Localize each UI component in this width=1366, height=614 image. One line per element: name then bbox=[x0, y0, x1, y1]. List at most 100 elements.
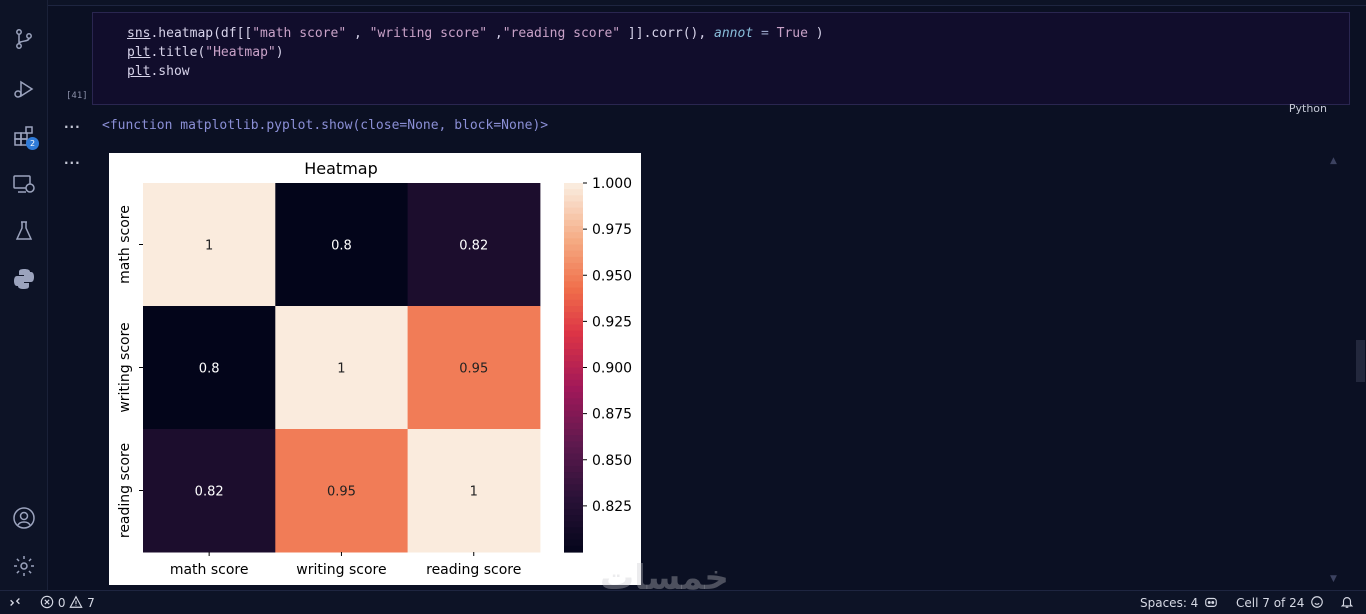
colorbar-segment bbox=[564, 447, 583, 455]
colorbar-segment bbox=[564, 539, 583, 547]
colorbar-segment bbox=[564, 515, 583, 522]
output-menu-button[interactable]: ... bbox=[64, 117, 81, 131]
account-icon[interactable] bbox=[12, 506, 36, 530]
code-token: .heatmap(df[[ bbox=[150, 26, 253, 41]
colorbar-segment bbox=[564, 262, 583, 270]
cell-position-indicator[interactable]: Cell 7 of 24 bbox=[1236, 595, 1304, 611]
cell-annotation: 0.82 bbox=[459, 239, 488, 254]
colorbar-segment bbox=[564, 336, 583, 344]
y-tick-label: reading score bbox=[117, 443, 133, 538]
colorbar-segment bbox=[564, 478, 583, 485]
cell-language-label[interactable]: Python bbox=[1289, 102, 1327, 115]
colorbar-segment bbox=[564, 250, 583, 258]
colorbar-segment bbox=[564, 238, 583, 246]
colorbar-segment bbox=[564, 349, 583, 356]
x-tick-label: math score bbox=[170, 562, 249, 578]
scroll-up-indicator[interactable]: ▲ bbox=[1330, 156, 1337, 166]
extensions-badge: 2 bbox=[26, 137, 39, 150]
source-control-icon[interactable] bbox=[12, 27, 36, 51]
colorbar-segment bbox=[564, 465, 583, 473]
code-editor[interactable]: sns.heatmap(df[["math score" , "writing … bbox=[127, 24, 824, 81]
colorbar-segment bbox=[564, 398, 583, 405]
code-token: , bbox=[487, 26, 503, 41]
code-token: .title( bbox=[150, 45, 206, 60]
colorbar-segment bbox=[564, 355, 583, 362]
colorbar-segment bbox=[564, 318, 583, 326]
heatmap-svg: Heatmap 1 0.8 0.82 0.8 1 0.95 0.82 0.95 1 math sco… bbox=[117, 159, 632, 578]
colorbar-segment bbox=[564, 195, 583, 203]
code-token: ) bbox=[807, 26, 824, 41]
colorbar-tick-label: 0.925 bbox=[592, 314, 632, 330]
colorbar-tick-label: 0.850 bbox=[592, 453, 632, 469]
scroll-down-indicator[interactable]: ▼ bbox=[1330, 574, 1337, 584]
colorbar-segment bbox=[564, 269, 583, 276]
colorbar-segment bbox=[564, 244, 583, 252]
colorbar-tick-label: 0.900 bbox=[592, 361, 632, 377]
code-token: sns bbox=[127, 26, 151, 41]
colorbar-segment bbox=[564, 293, 583, 301]
cell-annotation: 0.95 bbox=[459, 362, 488, 377]
code-token: ) bbox=[275, 45, 284, 60]
colorbar-tick-label: 0.950 bbox=[592, 268, 632, 284]
colorbar-segment bbox=[564, 508, 583, 516]
colorbar-tick-label: 0.975 bbox=[592, 222, 632, 238]
colorbar-tick-label: 0.825 bbox=[592, 499, 632, 515]
colorbar-segment bbox=[564, 373, 583, 381]
remote-explorer-icon[interactable] bbox=[12, 172, 36, 196]
vertical-scrollbar[interactable] bbox=[1356, 340, 1365, 382]
code-token: plt bbox=[127, 45, 151, 60]
colorbar-segment bbox=[564, 496, 583, 504]
output-text: <function matplotlib.pyplot.show(close=N… bbox=[102, 118, 549, 133]
x-tick-label: reading score bbox=[426, 562, 521, 578]
chart-title: Heatmap bbox=[304, 159, 378, 178]
colorbar-segment bbox=[564, 521, 583, 528]
code-token: True bbox=[776, 26, 808, 41]
cell-annotation: 0.95 bbox=[327, 485, 356, 500]
cell-annotation: 1 bbox=[337, 362, 345, 377]
indentation-indicator[interactable]: Spaces: 4 bbox=[1140, 595, 1198, 611]
colorbar-tick-label: 0.875 bbox=[592, 407, 632, 423]
testing-flask-icon[interactable] bbox=[12, 219, 36, 243]
status-bar: 0 7 Spaces: 4 Cell 7 of 24 bbox=[0, 590, 1366, 614]
colorbar-segment bbox=[564, 527, 583, 535]
code-token: plt bbox=[127, 64, 151, 79]
colorbar-segment bbox=[564, 306, 583, 313]
colorbar-segment bbox=[564, 226, 583, 233]
copilot-icon[interactable] bbox=[1204, 595, 1218, 611]
cell-annotation: 1 bbox=[470, 485, 478, 500]
colorbar-segment bbox=[564, 472, 583, 479]
code-token: "reading score" bbox=[502, 26, 621, 41]
colorbar-segment bbox=[564, 416, 583, 424]
error-count: 0 bbox=[57, 596, 66, 610]
code-token: .show bbox=[150, 64, 190, 79]
problems-indicator[interactable]: 0 7 bbox=[40, 595, 95, 611]
feedback-icon[interactable] bbox=[1310, 595, 1324, 611]
colorbar-segment bbox=[564, 441, 583, 449]
notifications-bell-icon[interactable] bbox=[1340, 595, 1354, 611]
colorbar-segment bbox=[564, 201, 583, 209]
colorbar-segment bbox=[564, 281, 583, 289]
code-cell[interactable]: sns.heatmap(df[["math score" , "writing … bbox=[92, 12, 1350, 115]
colorbar-segment bbox=[564, 342, 583, 350]
heatmap-figure: Heatmap 1 0.8 0.82 0.8 1 0.95 0.82 0.95 1 math sco… bbox=[109, 153, 641, 585]
colorbar-segment bbox=[564, 490, 583, 498]
colorbar-segment bbox=[564, 330, 583, 338]
python-icon[interactable] bbox=[12, 267, 36, 291]
colorbar-tick-label: 1.000 bbox=[592, 176, 632, 192]
settings-gear-icon[interactable] bbox=[12, 554, 36, 578]
code-token: annot bbox=[714, 26, 754, 41]
colorbar-segment bbox=[564, 361, 583, 369]
colorbar-segment bbox=[564, 232, 583, 239]
code-token: , bbox=[346, 26, 370, 41]
colorbar-segment bbox=[564, 385, 583, 393]
x-tick-label: writing score bbox=[296, 562, 386, 578]
colorbar-segment bbox=[564, 256, 583, 264]
remote-indicator-icon[interactable] bbox=[8, 595, 22, 611]
colorbar-segment bbox=[564, 312, 583, 319]
activity-bar: 2 bbox=[0, 0, 48, 590]
cell-annotation: 1 bbox=[205, 239, 213, 254]
output-menu-button-2[interactable]: ... bbox=[64, 153, 81, 167]
colorbar-segment bbox=[564, 422, 583, 430]
run-debug-icon[interactable] bbox=[12, 77, 36, 101]
colorbar-segment bbox=[564, 533, 583, 541]
